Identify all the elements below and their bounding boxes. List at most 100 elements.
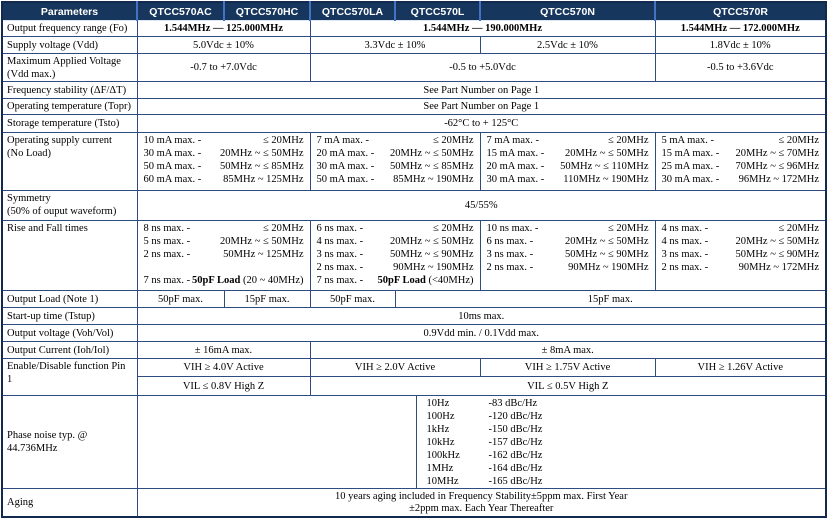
line-left: 8 ns max. - [144, 222, 191, 235]
aging-line-2: ±2ppm max. Each Year Thereafter [141, 504, 823, 514]
cell-startup-all: 10ms max. [137, 308, 826, 325]
line-left: 2 ns max. - [662, 261, 709, 274]
cell-vdd-r: 1.8Vdc ± 10% [655, 37, 826, 54]
line-right: 20MHz ~ ≤ 50MHz [565, 147, 648, 160]
cell-risefall-la-l: 6 ns max. -≤ 20MHz 4 ns max. -20MHz ~ ≤ … [310, 221, 480, 291]
label-line: 44.736MHz [7, 442, 134, 455]
label-line: Symmetry [7, 192, 134, 205]
line-left: 2 ns max. - [487, 261, 534, 274]
noise-value: -150 dBc/Hz [489, 423, 543, 436]
cell-vih-ac-hc: VIH ≥ 4.0V Active [137, 359, 310, 377]
noise-value: -162 dBc/Hz [489, 449, 543, 462]
param-label-tsto: Storage temperature (Tsto) [2, 115, 137, 133]
cell-load-l-n-r: 15pF max. [395, 291, 826, 308]
load-bold: 50pF Load [378, 275, 426, 286]
line-right: 90MHz ~ 190MHz [568, 261, 648, 274]
line-right: 50MHz ~ ≤ 90MHz [390, 248, 473, 261]
col-header-qtcc570la: QTCC570LA [310, 2, 395, 21]
cell-vddmax-la-l-n: -0.5 to +5.0Vdc [310, 54, 655, 82]
risefall-load-line: 7 ns max. -50pF Load (<40MHz) [317, 274, 474, 287]
cell-current-ac-hc: 10 mA max. - ≤ 20MHz 30 mA max. - 20MHz ~ … [137, 133, 310, 191]
line-right: 20MHz ~ ≤ 50MHz [565, 235, 648, 248]
line-left: 7 ns max. - [144, 274, 191, 287]
param-label-symmetry: Symmetry (50% of ouput waveform) [2, 191, 137, 221]
label-line: (50% of ouput waveform) [7, 205, 134, 218]
col-header-qtcc570r: QTCC570R [655, 2, 826, 21]
line-right: 96MHz ~ 172MHz [739, 173, 819, 186]
noise-value: -120 dBc/Hz [489, 410, 543, 423]
line-right: 50MHz ~ ≤ 90MHz [565, 248, 648, 261]
line-right: ≤ 20MHz [779, 134, 819, 147]
line-left: 5 mA max. - [662, 134, 715, 147]
line-left: 25 mA max. - [662, 160, 720, 173]
line-left: 20 mA max. - [487, 160, 545, 173]
line-right: 70MHz ~ ≤ 96MHz [736, 160, 819, 173]
current-line: 5 mA max. - ≤ 20MHz [662, 134, 820, 147]
offset-frequency: 10MHz [427, 475, 489, 488]
phase-noise-line: 1MHz-164 dBc/Hz [427, 462, 543, 475]
cell-ioh-ac-hc: ± 16mA max. [137, 342, 310, 359]
row-operating-temperature: Operating temperature (Topr) See Part Nu… [2, 99, 826, 115]
cell-vih-la-l: VIH ≥ 2.0V Active [310, 359, 480, 377]
line-right: 110MHz ~ 190MHz [563, 173, 648, 186]
noise-value: -83 dBc/Hz [489, 397, 538, 410]
phase-noise-spacer [138, 396, 417, 488]
cell-current-la-l: 7 mA max. -≤ 20MHz 20 mA max. -20MHz ~ ≤… [310, 133, 480, 191]
cell-fo-r: 1.544MHz — 172.000MHz [655, 21, 826, 37]
line-left: 15 mA max. - [662, 147, 720, 160]
line-right: 20MHz ~ ≤ 50MHz [220, 235, 303, 248]
current-line: 25 mA max. - 70MHz ~ ≤ 96MHz [662, 160, 820, 173]
line-left: 7 mA max. - [317, 134, 370, 147]
line-left: 10 ns max. - [487, 222, 539, 235]
row-phase-noise: Phase noise typ. @ 44.736MHz 10Hz-83 dBc… [2, 396, 826, 489]
line-left: 10 mA max. - [144, 134, 202, 147]
load-rest: (<40MHz) [429, 275, 474, 286]
cell-symmetry-all: 45/55% [137, 191, 826, 221]
param-label-output-voltage: Output voltage (Voh/Vol) [2, 325, 137, 342]
line-left: 50 mA max. - [317, 173, 375, 186]
line-right: ≤ 20MHz [263, 134, 303, 147]
noise-value: -164 dBc/Hz [489, 462, 543, 475]
cell-current-r: 5 mA max. -≤ 20MHz 15 mA max. -20MHz ~ ≤… [655, 133, 826, 191]
line-right: 20MHz ~ ≤ 50MHz [736, 235, 819, 248]
line-left: 4 ns max. - [317, 235, 364, 248]
label-line: Enable/Disable function Pin [7, 360, 134, 373]
current-line: 30 mA max. - 20MHz ~ ≤ 50MHz [144, 147, 304, 160]
current-line: 20 mA max. -50MHz ~ ≤ 110MHz [487, 160, 649, 173]
line-right: 85MHz ~ 125MHz [223, 173, 303, 186]
current-line: 60 mA max. - 85MHz ~ 125MHz [144, 173, 304, 186]
current-line: 7 mA max. -≤ 20MHz [487, 134, 649, 147]
param-label-startup: Start-up time (Tstup) [2, 308, 137, 325]
line-right: ≤ 20MHz [433, 134, 473, 147]
label-line: (No Load) [7, 147, 134, 160]
line-left: 6 ns max. - [487, 235, 534, 248]
cell-vdd-n: 2.5Vdc ± 10% [480, 37, 655, 54]
label-line: Operating supply current [7, 134, 134, 147]
risefall-line: 3 ns max. -50MHz ~ ≤ 90MHz [662, 248, 820, 261]
blank-line [144, 261, 304, 274]
row-supply-current: Operating supply current (No Load) 10 mA… [2, 133, 826, 191]
risefall-line: 6 ns max. -≤ 20MHz [317, 222, 474, 235]
line-right: 90MHz ~ 190MHz [393, 261, 473, 274]
phase-noise-line: 10Hz-83 dBc/Hz [427, 397, 543, 410]
line-right: ≤ 20MHz [608, 134, 648, 147]
current-line: 50 mA max. - 85MHz ~ 190MHz [317, 173, 474, 186]
line-left: 30 mA max. - [144, 147, 202, 160]
line-right: ≤ 20MHz [608, 222, 648, 235]
cell-phase-noise: 10Hz-83 dBc/Hz 100Hz-120 dBc/Hz 1kHz-150… [137, 396, 826, 489]
param-label-vdd: Supply voltage (Vdd) [2, 37, 137, 54]
phase-noise-line: 10kHz-157 dBc/Hz [427, 436, 543, 449]
line-right: 90MHz ~ 172MHz [739, 261, 819, 274]
line-right: 20MHz ~ ≤ 50MHz [220, 147, 303, 160]
row-output-frequency: Output frequency range (Fo) 1.544MHz — 1… [2, 21, 826, 37]
line-left: 60 mA max. - [144, 173, 202, 186]
cell-vdd-ac-hc: 5.0Vdc ± 10% [137, 37, 310, 54]
line-left: 5 ns max. - [144, 235, 191, 248]
line-right: 85MHz ~ 190MHz [393, 173, 473, 186]
row-rise-fall: Rise and Fall times 8 ns max. -≤ 20MHz 5… [2, 221, 826, 291]
col-header-qtcc570n: QTCC570N [480, 2, 655, 21]
param-label-vdd-max: Maximum Applied Voltage (Vdd max.) [2, 54, 137, 82]
offset-frequency: 1MHz [427, 462, 489, 475]
offset-frequency: 10kHz [427, 436, 489, 449]
risefall-line: 3 ns max. -50MHz ~ ≤ 90MHz [317, 248, 474, 261]
